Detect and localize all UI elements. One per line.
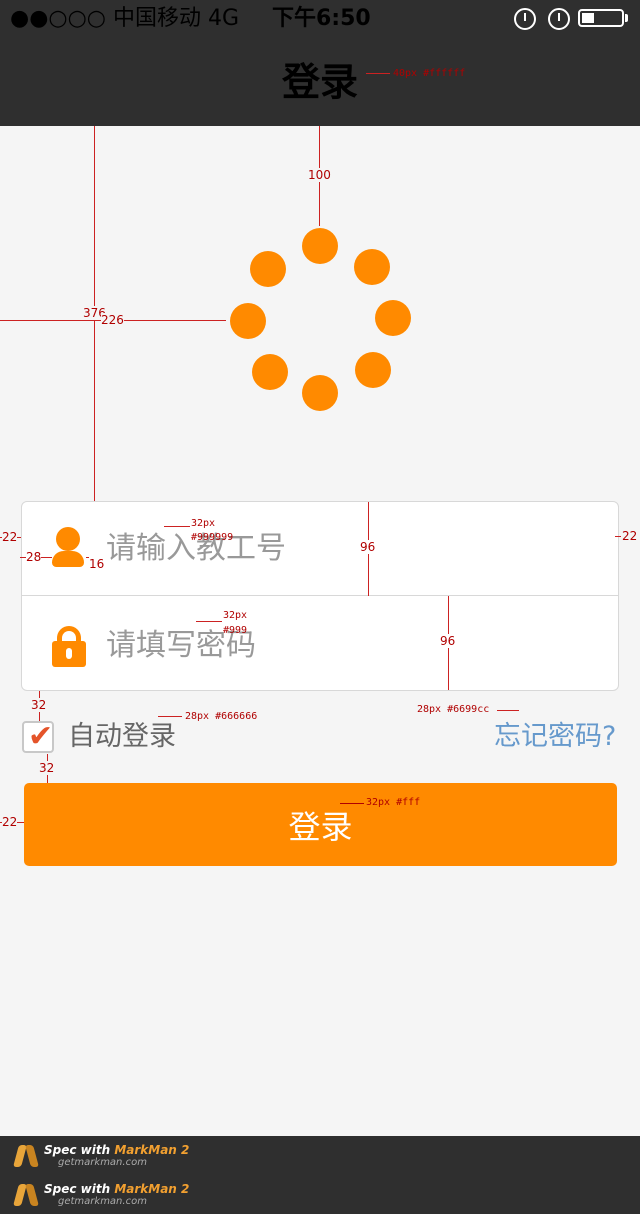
user-icon-body [52, 551, 84, 567]
spec-pointer [164, 526, 190, 527]
spec-auto-note: 28px #666666 [185, 711, 258, 722]
spec-gap-32-bottom: 32 [39, 761, 55, 775]
spinner-dot [302, 375, 338, 411]
spinner-dot [230, 303, 266, 339]
spec-row-height-1: 96 [360, 540, 376, 554]
battery-level [582, 13, 594, 23]
battery-tip [625, 14, 628, 22]
spec-id-size: 32px [191, 518, 216, 529]
spec-pointer [158, 716, 182, 717]
spec-pointer [366, 73, 390, 74]
spec-pointer [497, 710, 519, 711]
spinner-dot [354, 249, 390, 285]
spec-gap-top: 100 [308, 168, 331, 182]
spec-gap-32-top: 32 [31, 698, 47, 712]
carrier-signal: ●●○○○ 中国移动 4G [10, 6, 240, 31]
spinner-dot [375, 300, 411, 336]
spec-icon-gap: 16 [89, 557, 105, 571]
spec-gap-226: 226 [101, 313, 124, 327]
spec-forgot-note: 28px #6699cc [417, 704, 490, 715]
user-icon-head [56, 527, 80, 551]
markman-site: getmarkman.com [58, 1196, 147, 1207]
spec-pointer [340, 803, 364, 804]
spinner-dot [355, 352, 391, 388]
markman-prefix: Spec with [44, 1182, 115, 1196]
markman-site: getmarkman.com [58, 1157, 147, 1168]
login-button[interactable]: 登录 [24, 783, 617, 866]
spec-button-margin: 22 [2, 815, 18, 829]
auto-login-label: 自动登录 [68, 721, 176, 752]
alarm-icon [548, 8, 570, 30]
status-time: 下午6:50 [272, 6, 371, 31]
form-divider [22, 595, 618, 596]
spec-pointer [196, 621, 222, 622]
spinner-dot [252, 354, 288, 390]
forgot-password-link[interactable]: 忘记密码? [494, 719, 616, 755]
spec-line [615, 536, 621, 537]
spinner-dot [302, 228, 338, 264]
spec-id-color: #999999 [191, 532, 234, 543]
spec-pwd-size: 32px [223, 610, 248, 621]
page-title: 登录 [281, 60, 358, 104]
spec-margin-right: 22 [622, 529, 638, 543]
teacher-id-input[interactable] [106, 518, 586, 578]
spec-pwd-color: #999 [223, 625, 248, 636]
markman-title: Spec with MarkMan 2 [44, 1182, 189, 1196]
password-input[interactable] [106, 615, 586, 675]
markman-brand: MarkMan 2 [114, 1143, 190, 1157]
markman-brand: MarkMan 2 [114, 1182, 190, 1196]
spec-icon-left: 28 [26, 550, 42, 564]
rotation-lock-icon [514, 8, 536, 30]
markman-title: Spec with MarkMan 2 [44, 1143, 189, 1157]
spec-margin-left: 22 [2, 530, 18, 544]
lock-icon-keyhole [66, 648, 72, 659]
markman-logo [12, 1141, 40, 1169]
spec-button-note: 32px #fff [366, 797, 421, 808]
markman-prefix: Spec with [44, 1143, 115, 1157]
spec-title-note: 40px #ffffff [393, 68, 466, 79]
spinner-dot [250, 251, 286, 287]
checkmark-icon: ✔ [28, 719, 54, 754]
markman-logo [12, 1180, 40, 1208]
spec-row-height-2: 96 [440, 634, 456, 648]
